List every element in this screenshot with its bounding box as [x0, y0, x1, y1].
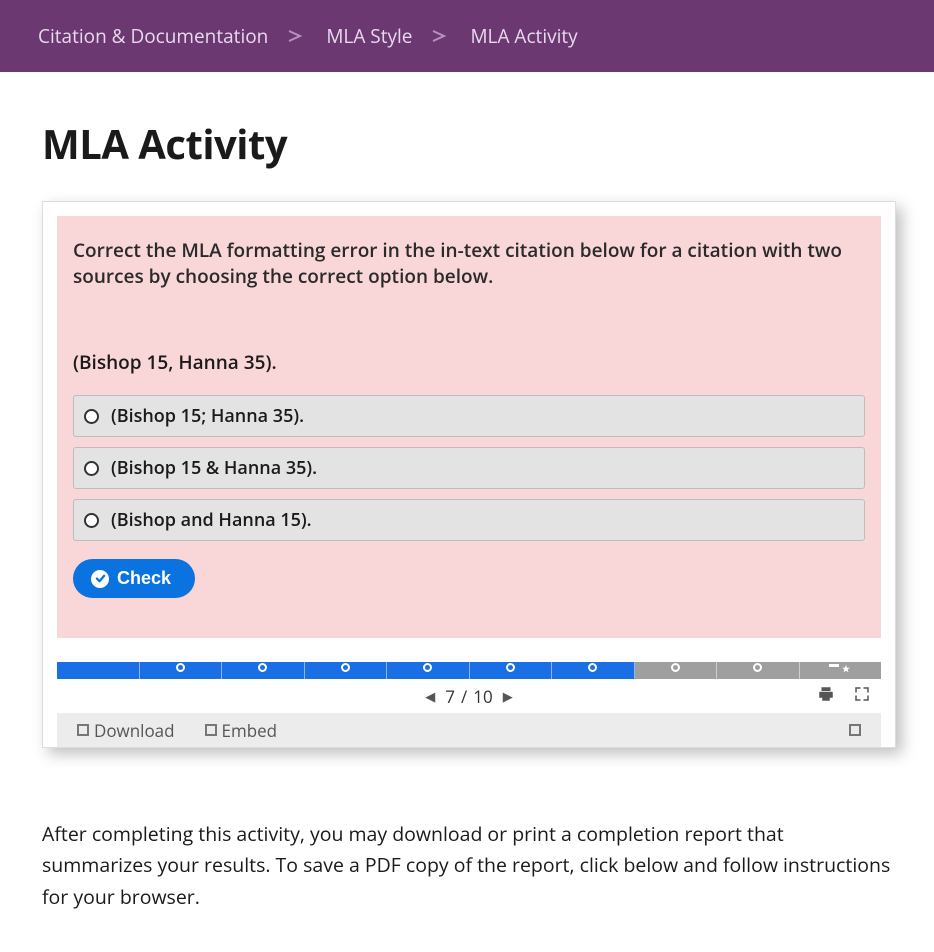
progress-dot-icon — [341, 663, 350, 672]
pager-current: 7 — [445, 685, 455, 708]
progress-segment[interactable] — [140, 662, 223, 679]
progress-segment[interactable] — [635, 662, 718, 679]
progress-dot-icon — [423, 663, 432, 672]
progress-dot-icon — [176, 663, 185, 672]
check-button[interactable]: Check — [73, 559, 195, 598]
progress-dot-icon — [671, 663, 680, 672]
breadcrumb-item-0[interactable]: Citation & Documentation — [38, 23, 268, 49]
progress-dot-icon — [506, 663, 515, 672]
print-icon[interactable] — [817, 685, 835, 708]
progress-dot-icon — [258, 663, 267, 672]
embed-label: Embed — [222, 719, 278, 742]
progress-segment[interactable] — [470, 662, 553, 679]
square-icon[interactable] — [849, 724, 861, 736]
quiz-widget: Correct the MLA formatting error in the … — [42, 201, 896, 748]
answer-option[interactable]: (Bishop 15 & Hanna 35). — [73, 447, 865, 489]
fullscreen-icon[interactable] — [853, 685, 871, 708]
progress-segment[interactable] — [57, 662, 140, 679]
answer-option-label: (Bishop 15 & Hanna 35). — [111, 456, 317, 480]
embed-button[interactable]: Embed — [205, 719, 278, 742]
progress-dot-icon — [753, 663, 762, 672]
progress-end-icon — [829, 664, 851, 674]
answer-option[interactable]: (Bishop 15; Hanna 35). — [73, 395, 865, 437]
progress-segment[interactable] — [552, 662, 635, 679]
question-text: Correct the MLA formatting error in the … — [73, 238, 865, 289]
progress-segment[interactable] — [305, 662, 388, 679]
chevron-right-icon — [432, 30, 450, 42]
breadcrumb: Citation & Documentation MLA Style MLA A… — [0, 0, 934, 72]
breadcrumb-item-2: MLA Activity — [470, 23, 577, 49]
radio-icon — [84, 513, 99, 528]
answer-option-label: (Bishop 15; Hanna 35). — [111, 404, 304, 428]
radio-icon — [84, 409, 99, 424]
prev-button[interactable]: ◀ — [415, 687, 445, 705]
progress-segment[interactable] — [800, 662, 882, 679]
radio-icon — [84, 461, 99, 476]
question-example: (Bishop 15, Hanna 35). — [73, 349, 865, 375]
check-button-label: Check — [117, 568, 171, 589]
next-button[interactable]: ▶ — [493, 687, 523, 705]
page-title: MLA Activity — [42, 116, 896, 171]
after-text: After completing this activity, you may … — [42, 818, 896, 912]
progress-segment[interactable] — [387, 662, 470, 679]
answer-option-label: (Bishop and Hanna 15). — [111, 508, 312, 532]
pager-total: 10 — [473, 685, 492, 708]
square-icon — [205, 724, 217, 736]
square-icon — [77, 724, 89, 736]
progress-segment[interactable] — [717, 662, 800, 679]
download-label: Download — [94, 719, 175, 742]
chevron-right-icon — [288, 30, 306, 42]
widget-footer: Download Embed — [57, 713, 881, 747]
quiz-card: Correct the MLA formatting error in the … — [57, 216, 881, 638]
progress-segment[interactable] — [222, 662, 305, 679]
check-circle-icon — [91, 570, 109, 588]
progress-dot-icon — [588, 663, 597, 672]
progress-bar — [57, 662, 881, 679]
pager-sep: / — [455, 685, 473, 708]
pager: ◀ 7 / 10 ▶ — [57, 679, 881, 713]
answer-option[interactable]: (Bishop and Hanna 15). — [73, 499, 865, 541]
breadcrumb-item-1[interactable]: MLA Style — [326, 23, 412, 49]
download-button[interactable]: Download — [77, 719, 175, 742]
